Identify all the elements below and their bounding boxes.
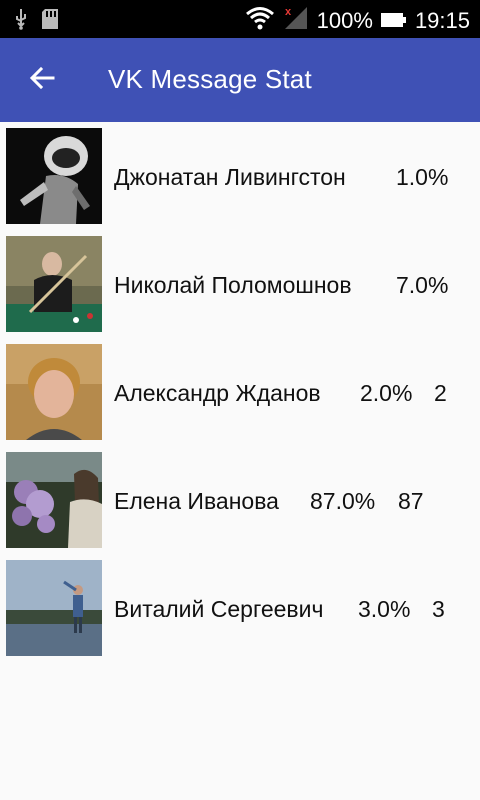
sd-card-icon xyxy=(42,9,58,34)
clock: 19:15 xyxy=(414,8,470,33)
page-title: VK Message Stat xyxy=(108,64,312,94)
list-item[interactable]: Виталий Сергеевич 3.0% 3 xyxy=(0,554,480,662)
avatar xyxy=(6,560,102,656)
contact-name: Виталий Сергеевич xyxy=(114,596,324,622)
contact-count: 3 xyxy=(432,596,445,622)
app-bar: VK Message Stat xyxy=(0,38,480,122)
arrow-back-icon xyxy=(29,65,55,96)
svg-text:x: x xyxy=(285,6,292,18)
list-item[interactable]: Александр Жданов 2.0% 2 xyxy=(0,338,480,446)
avatar xyxy=(6,452,102,548)
contact-count: 2 xyxy=(434,380,447,406)
contact-list: Джонатан Ливингстон 1.0% Николай Поломош… xyxy=(0,122,480,662)
contact-percent: 2.0% xyxy=(360,380,413,406)
contact-count: 87 xyxy=(398,488,424,514)
back-button[interactable] xyxy=(20,58,64,102)
usb-icon xyxy=(14,8,28,35)
list-item[interactable]: Николай Поломошнов 7.0% xyxy=(0,230,480,338)
avatar xyxy=(6,236,102,332)
contact-percent: 7.0% xyxy=(396,272,449,298)
battery-percent: 100% xyxy=(316,8,373,33)
battery-icon xyxy=(380,8,407,34)
contact-name: Николай Поломошнов xyxy=(114,272,352,298)
avatar xyxy=(6,128,102,224)
avatar xyxy=(6,344,102,440)
list-item[interactable]: Джонатан Ливингстон 1.0% xyxy=(0,122,480,230)
contact-name: Елена Иванова xyxy=(114,488,279,514)
contact-percent: 1.0% xyxy=(396,164,449,190)
list-item[interactable]: Елена Иванова 87.0% 87 xyxy=(0,446,480,554)
no-signal-icon: x xyxy=(283,5,309,37)
contact-name: Александр Жданов xyxy=(114,380,321,406)
status-bar: x 100% 19:15 xyxy=(0,0,480,38)
contact-percent: 3.0% xyxy=(358,596,411,622)
contact-name: Джонатан Ливингстон xyxy=(114,164,346,190)
wifi-icon xyxy=(245,6,275,36)
contact-percent: 87.0% xyxy=(310,488,376,514)
